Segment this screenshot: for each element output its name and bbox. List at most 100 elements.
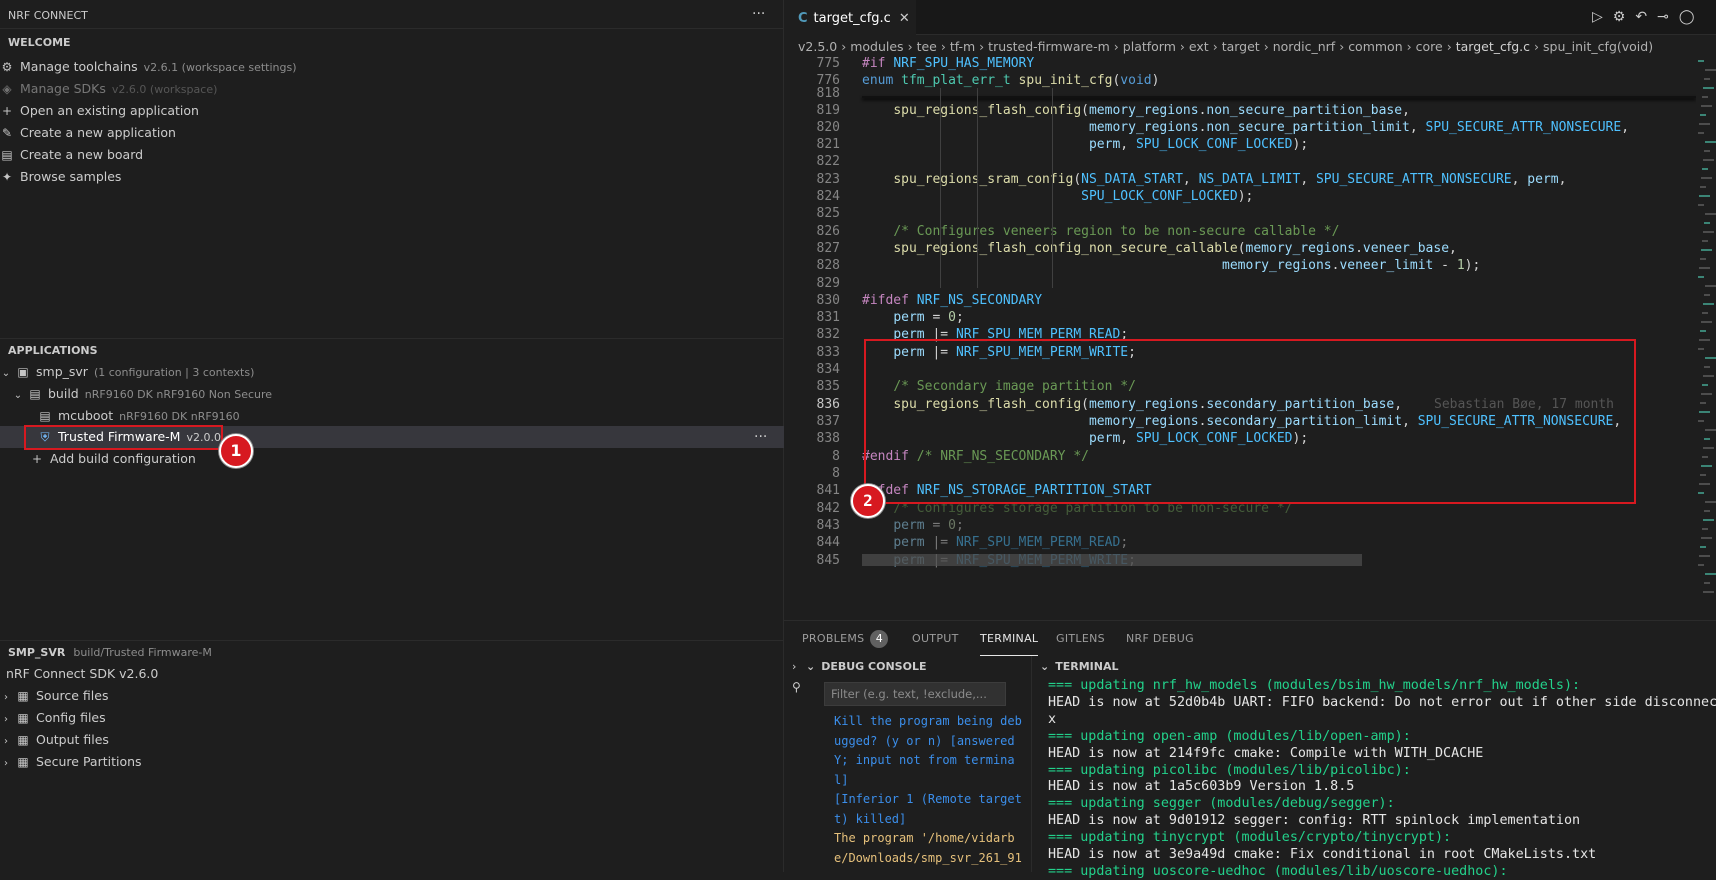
debug-console-header[interactable]: ⌄ DEBUG CONSOLE (806, 660, 926, 673)
debug-console-line: The program '/home/vidarb (834, 831, 1015, 845)
breadcrumb-item[interactable]: ext (1189, 39, 1209, 54)
breadcrumb-item[interactable]: common (1348, 39, 1402, 54)
line-number: 838 (816, 431, 840, 446)
line-number: 825 (816, 206, 840, 221)
minimap-line (1698, 204, 1704, 206)
minimap-line (1703, 519, 1714, 521)
terminal-line: x (1048, 711, 1057, 727)
timeline-icon[interactable]: ◯ (1679, 9, 1705, 25)
terminal-line: HEAD is now at 9d01912 segger: config: R… (1048, 813, 1581, 829)
welcome-header[interactable]: WELCOME (8, 36, 71, 49)
breadcrumb-separator: › (1534, 39, 1540, 54)
minimap-line (1700, 258, 1706, 260)
app-smp-svr[interactable]: ⌄ ▣ smp_svr (1 configuration | 3 contexts) (0, 361, 255, 383)
more-actions-icon[interactable]: ··· (752, 6, 765, 22)
folder-tree-icon: ▦ (17, 689, 29, 703)
indent-guide (1052, 88, 1053, 288)
chevron-down-icon: ⌄ (806, 660, 816, 673)
highlight-box-2 (864, 339, 1636, 504)
minimap-line (1698, 420, 1704, 422)
close-icon[interactable]: ✕ (899, 11, 910, 26)
breadcrumb-item[interactable]: modules (850, 39, 903, 54)
breadcrumb-item[interactable]: v2.5.0 (798, 39, 837, 54)
horizontal-scrollbar[interactable] (862, 554, 1362, 566)
minimap-line (1705, 573, 1716, 575)
minimap-line (1698, 348, 1704, 350)
terminal-line: === updating tinycrypt (modules/crypto/t… (1048, 830, 1452, 846)
debug-console-line: t) killed] (834, 811, 907, 826)
mcuboot-image[interactable]: ▤ mcuboot nRF9160 DK nRF9160 (38, 405, 239, 427)
minimap-line (1703, 159, 1714, 161)
minimap-line (1699, 123, 1710, 125)
breadcrumb-separator: › (940, 39, 946, 54)
row-more-icon[interactable]: ··· (754, 426, 767, 448)
output-files-item[interactable]: › ▦ Output files (0, 729, 109, 751)
secure-partitions-item[interactable]: › ▦ Secure Partitions (0, 751, 142, 773)
minimap-line (1703, 447, 1714, 449)
chevron-right-icon: › (4, 736, 8, 747)
build-config[interactable]: ⌄ ▤ build nRF9160 DK nRF9160 Non Secure (12, 383, 272, 405)
minimap-line (1698, 564, 1704, 566)
tab-terminal[interactable]: TERMINAL (980, 621, 1039, 656)
applications-header[interactable]: APPLICATIONS (8, 344, 98, 357)
commit-icon[interactable]: ⊸ (1657, 9, 1679, 25)
add-build-configuration[interactable]: + Add build configuration (30, 448, 196, 470)
minimap-line (1700, 114, 1706, 116)
minimap-line (1703, 591, 1714, 593)
breadcrumb-item[interactable]: tee (917, 39, 937, 54)
tab-problems[interactable]: PROBLEMS 4 (802, 621, 889, 657)
details-header[interactable]: SMP_SVR build/Trusted Firmware-M (8, 646, 212, 659)
minimap-line (1704, 222, 1710, 224)
minimap[interactable] (1696, 56, 1716, 620)
config-files-item[interactable]: › ▦ Config files (0, 707, 106, 729)
terminal-line: HEAD is now at 3e9a49d cmake: Fix condit… (1048, 847, 1597, 862)
wand-icon: ✎ (1, 126, 13, 140)
tab-nrf-debug[interactable]: NRF DEBUG (1126, 621, 1194, 657)
breadcrumb-item[interactable]: tf-m (950, 39, 975, 54)
sdk-version: nRF Connect SDK v2.6.0 (6, 666, 159, 681)
chevron-right-icon: › (4, 714, 8, 725)
problems-count-badge: 4 (870, 630, 889, 648)
breadcrumb-separator: › (1113, 39, 1119, 54)
line-number: 835 (816, 379, 840, 394)
go-back-icon[interactable]: ↶ (1635, 9, 1657, 25)
breadcrumb-item[interactable]: spu_init_cfg(void) (1543, 39, 1653, 54)
create-application-item[interactable]: ✎ Create a new application (0, 122, 176, 144)
manage-toolchains-item[interactable]: ⚙ Manage toolchains v2.6.1 (workspace sett… (0, 56, 297, 78)
minimap-line (1701, 105, 1712, 107)
browse-samples-item[interactable]: ✦ Browse samples (0, 166, 121, 188)
code-editor[interactable]: 775 #if NRF_SPU_HAS_MEMORY 776 enum tfm_pla… (784, 56, 1696, 620)
gear-icon[interactable]: ⚙ (1613, 9, 1636, 25)
toolchain-icon: ⚙ (1, 60, 13, 74)
source-files-item[interactable]: › ▦ Source files (0, 685, 108, 707)
tab-gitlens[interactable]: GITLENS (1056, 621, 1105, 657)
editor-actions: ▷⚙↶⊸◯ (1592, 9, 1704, 25)
code-line: perm, SPU_LOCK_CONF_LOCKED); (1088, 137, 1309, 152)
tab-output[interactable]: OUTPUT (912, 621, 959, 657)
breadcrumb-separator: › (1263, 39, 1269, 54)
minimap-line (1705, 141, 1716, 143)
terminal-line: === updating uoscore-uedhoc (modules/lib… (1048, 863, 1508, 879)
breadcrumb-separator: › (1212, 39, 1218, 54)
highlight-box-1 (24, 425, 223, 450)
terminal-line: === updating open-amp (modules/lib/open-… (1048, 728, 1411, 744)
pin-icon[interactable]: ⚲ (792, 680, 801, 694)
terminal-header[interactable]: ⌄ TERMINAL (1040, 660, 1118, 673)
chevron-right-icon[interactable]: › (792, 660, 796, 673)
breadcrumb-item[interactable]: core (1416, 39, 1443, 54)
breadcrumb-separator: › (1446, 39, 1452, 54)
breadcrumb-item[interactable]: target_cfg.c (1456, 39, 1530, 54)
open-application-item[interactable]: + Open an existing application (0, 100, 199, 122)
debug-filter-input[interactable]: Filter (e.g. text, !exclude,... (824, 682, 1006, 706)
terminal-pane[interactable]: ⌄ TERMINAL === updating nrf_hw_models (mo… (1032, 656, 1716, 879)
create-board-item[interactable]: ▤ Create a new board (0, 144, 143, 166)
breadcrumb-item[interactable]: trusted-firmware-m (988, 39, 1110, 54)
debug-console-line: l] (834, 772, 849, 787)
breadcrumb-item[interactable]: platform (1123, 39, 1176, 54)
minimap-line (1705, 285, 1716, 287)
tab-target-cfg[interactable]: Ctarget_cfg.c ✕ (784, 0, 916, 35)
manage-sdks-item[interactable]: ◈ Manage SDKs v2.6.0 (workspace) (0, 78, 217, 100)
breadcrumb-item[interactable]: nordic_nrf (1273, 39, 1335, 54)
breadcrumb-item[interactable]: target (1222, 39, 1260, 54)
run-debug-icon[interactable]: ▷ (1592, 9, 1613, 25)
